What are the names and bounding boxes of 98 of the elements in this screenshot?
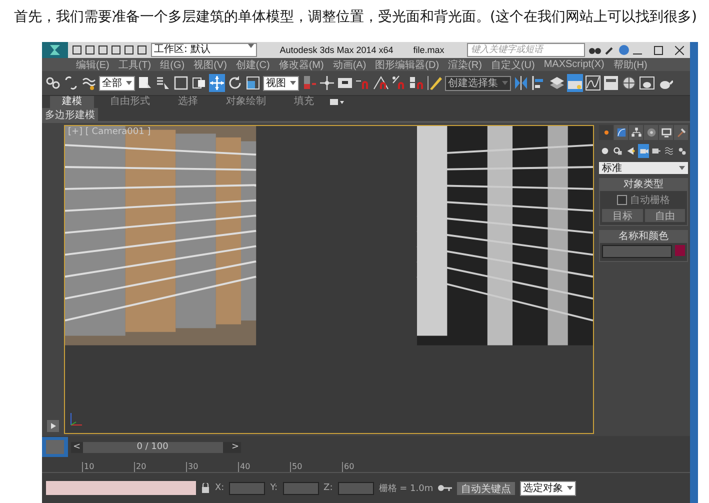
hierarchy-tab[interactable] xyxy=(629,125,643,140)
menu-item[interactable]: 修改器(M) xyxy=(278,58,324,72)
monitor-tab[interactable] xyxy=(659,125,673,140)
rollout-header[interactable]: 对象类型 xyxy=(600,179,687,191)
search-field[interactable]: 键入关键字或短语 xyxy=(467,43,585,57)
wheel-tab[interactable] xyxy=(644,125,658,140)
display-menu-icon[interactable] xyxy=(330,98,344,106)
play-icon[interactable] xyxy=(47,420,59,432)
menu-item[interactable]: 编辑(E) xyxy=(76,58,110,72)
menu-item[interactable]: 自定义(U) xyxy=(490,58,535,72)
script-listener-field[interactable] xyxy=(46,481,196,495)
viewport-label[interactable]: [+] [ Camera001 ] xyxy=(68,127,151,137)
coordinate-field[interactable] xyxy=(282,482,319,494)
dropdown[interactable]: 视图 xyxy=(263,76,299,90)
wheel-icon xyxy=(646,127,656,138)
lock-icon[interactable] xyxy=(201,483,210,493)
ribbon-tab[interactable]: 填充 xyxy=(282,96,326,108)
menu-item[interactable]: 动画(A) xyxy=(332,58,366,72)
menu-item[interactable]: 图形编辑器(D) xyxy=(375,58,440,72)
rectangle-tool-button[interactable] xyxy=(173,74,189,92)
ribbon-panel-label[interactable]: 多边形建模 xyxy=(42,108,98,122)
scale-tool-button[interactable] xyxy=(245,74,261,92)
dropdown[interactable]: 全部 xyxy=(99,76,135,90)
menu-item[interactable]: 帮助(H) xyxy=(613,58,648,72)
caret-icon xyxy=(679,166,685,170)
caret-icon xyxy=(567,486,574,490)
move-tool-button[interactable] xyxy=(209,74,225,92)
workspace-dropdown[interactable]: 工作区: 默认 xyxy=(151,43,257,57)
key-filter-dropdown[interactable]: 选定对象 xyxy=(520,480,576,496)
teapot-window-tool-button[interactable] xyxy=(639,74,655,92)
monitor-icon xyxy=(660,127,672,138)
coordinate-field[interactable] xyxy=(338,482,374,494)
file-name: file.max xyxy=(413,45,444,55)
object-button[interactable]: 目标 xyxy=(602,209,642,222)
hierarchy-icon xyxy=(630,127,642,138)
menu-item[interactable]: 视图(V) xyxy=(194,58,227,72)
close-icon[interactable] xyxy=(675,46,684,54)
binoculars-icon[interactable] xyxy=(589,45,601,55)
pencil-tool-button[interactable] xyxy=(427,74,443,92)
tape-icon xyxy=(651,146,662,156)
key-icon[interactable] xyxy=(438,484,452,492)
mirror-tool-button[interactable] xyxy=(513,74,529,92)
hammer-icon xyxy=(676,127,686,138)
caret-icon xyxy=(290,81,296,85)
broken-chain-tool-button[interactable] xyxy=(63,74,79,92)
menu-item[interactable]: 创建(C) xyxy=(236,58,270,72)
menu-item[interactable]: MAXScript(X) xyxy=(544,59,604,70)
caret-icon xyxy=(126,81,132,85)
dropdown[interactable]: 创建选择集 xyxy=(445,76,511,90)
curve-icon xyxy=(616,127,626,138)
gears-icon xyxy=(677,146,688,156)
crosshair-tool-button[interactable] xyxy=(319,74,335,92)
coordinate-label: X: xyxy=(215,483,224,493)
previous-frame-button[interactable]: < xyxy=(71,442,83,452)
menu-item[interactable]: 工具(T) xyxy=(118,58,152,72)
checkbox-label: 自动栅格 xyxy=(630,194,670,207)
viewport-thumbnail[interactable] xyxy=(42,437,68,457)
caret-icon xyxy=(248,44,254,48)
axis-tripod-icon xyxy=(69,411,83,427)
sphere-icon xyxy=(600,146,610,156)
curve-tab[interactable] xyxy=(614,125,628,140)
sun-tab[interactable] xyxy=(599,125,613,140)
schematic-tool-button[interactable] xyxy=(603,74,619,92)
object-button[interactable]: 自由 xyxy=(644,209,685,222)
coordinate-field[interactable] xyxy=(229,482,266,494)
window-title: Autodesk 3ds Max 2014 x64 xyxy=(280,45,394,55)
auto-key-button[interactable]: 自动关键点 xyxy=(457,482,516,494)
rollout-header[interactable]: 名称和颜色 xyxy=(600,231,687,243)
coordinate-label: Z: xyxy=(324,483,333,493)
camera-icon xyxy=(638,146,648,156)
percent-snap-tool-button[interactable] xyxy=(391,74,407,92)
camera-category-button[interactable] xyxy=(638,144,650,158)
caption-text: 首先，我们需要准备一个多层建筑的单体模型，调整位置，受光面和背光面。(这个在我们网站上可以找到很多) xyxy=(14,8,697,26)
checkbox[interactable] xyxy=(617,195,627,205)
menu-item[interactable]: 组(G) xyxy=(160,58,185,72)
hammer-tab[interactable] xyxy=(674,125,688,140)
lamp-icon xyxy=(626,146,636,156)
type-dropdown[interactable]: 标准 xyxy=(599,162,688,174)
ribbon-tab[interactable]: 对象绘制 xyxy=(214,96,278,108)
layers-tool-button[interactable] xyxy=(549,74,565,92)
coordinate-label: Y: xyxy=(270,483,278,493)
curve-tool-button[interactable] xyxy=(585,74,601,92)
menu-item[interactable]: 渲染(R) xyxy=(448,58,482,72)
name-field[interactable] xyxy=(602,245,672,258)
ribbon-tab[interactable]: 选择 xyxy=(166,96,210,108)
shapes-icon xyxy=(612,146,623,156)
ribbon-tab[interactable]: 建模 xyxy=(50,96,94,108)
color-swatch[interactable] xyxy=(675,245,685,256)
waves-icon xyxy=(664,146,674,156)
angle-snap-tool-button[interactable] xyxy=(373,74,389,92)
caret-icon xyxy=(502,81,508,85)
ribbon-tab[interactable]: 自由形式 xyxy=(98,96,162,108)
spinner-snap-tool-button[interactable] xyxy=(409,74,425,92)
maximize-icon[interactable] xyxy=(654,46,663,54)
viewport[interactable]: [+] [ Camera001 ] xyxy=(64,125,594,434)
next-frame-button[interactable]: > xyxy=(229,442,241,452)
sphere-grid-tool-button[interactable] xyxy=(621,74,637,92)
grid-size-text: 栅格 = 1.0m xyxy=(378,482,434,494)
